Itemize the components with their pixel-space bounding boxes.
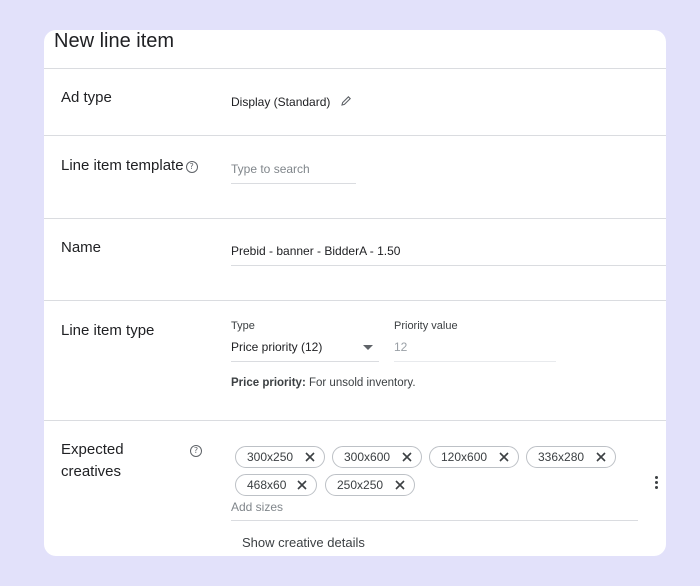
ad-type-value: Display (Standard) [231,95,331,109]
template-input-underline [231,183,356,184]
line-item-type-label: Line item type [61,322,155,339]
more-vert-icon[interactable] [655,476,659,491]
size-chip[interactable]: 300x250 [235,446,325,468]
close-icon[interactable] [304,451,316,463]
type-field-label: Type [231,320,255,332]
divider [44,420,666,421]
divider [44,135,666,136]
close-icon[interactable] [394,479,406,491]
template-search-input[interactable]: Type to search [231,162,310,176]
name-input-underline [231,265,666,266]
ad-type-label: Ad type [61,89,112,106]
line-item-form-card: New line item Ad type Display (Standard)… [44,30,666,556]
name-input[interactable]: Prebid - banner - BidderA - 1.50 [231,244,400,258]
creatives-label-line1: Expected [61,441,124,458]
size-chip-label: 300x250 [247,450,294,464]
size-chip[interactable]: 120x600 [429,446,519,468]
name-label: Name [61,239,102,256]
template-label-text: Line item template [61,157,184,174]
help-circle-icon[interactable]: ? [190,445,202,457]
type-select[interactable]: Price priority (12) [231,340,322,354]
add-sizes-underline [231,520,638,521]
show-creative-details-button[interactable]: Show creative details [242,535,365,550]
pencil-icon[interactable] [340,95,352,107]
size-chip-label: 250x250 [337,478,384,492]
close-icon[interactable] [401,451,413,463]
priority-value-label: Priority value [394,320,458,332]
add-sizes-input[interactable]: Add sizes [231,500,283,514]
type-select-underline [231,361,379,362]
priority-note-bold: Price priority: [231,377,306,389]
creatives-label: Expected creatives [61,439,124,483]
dropdown-arrow-icon[interactable] [363,345,373,350]
page-title: New line item [54,30,175,52]
size-chip-label: 120x600 [441,450,488,464]
priority-input-underline [394,361,556,362]
divider [44,68,666,69]
ad-type-value-row[interactable]: Display (Standard) [231,95,352,109]
help-circle-icon[interactable]: ? [185,161,198,173]
size-chip-label: 336x280 [538,450,585,464]
size-chip-label: 468x60 [247,478,287,492]
close-icon[interactable] [498,451,510,463]
priority-note: Price priority: For unsold inventory. [231,377,416,389]
creatives-label-line2: creatives [61,463,122,480]
close-icon[interactable] [595,451,607,463]
close-icon[interactable] [296,479,308,491]
size-chip[interactable]: 468x60 [235,474,317,496]
size-chip[interactable]: 250x250 [325,474,415,496]
size-chip[interactable]: 300x600 [332,446,422,468]
divider [44,218,666,219]
template-label: Line item template? [61,155,198,177]
size-chip[interactable]: 336x280 [526,446,616,468]
priority-value-input: 12 [394,340,408,354]
divider [44,300,666,301]
size-chip-label: 300x600 [344,450,391,464]
priority-note-text: For unsold inventory. [305,377,416,389]
